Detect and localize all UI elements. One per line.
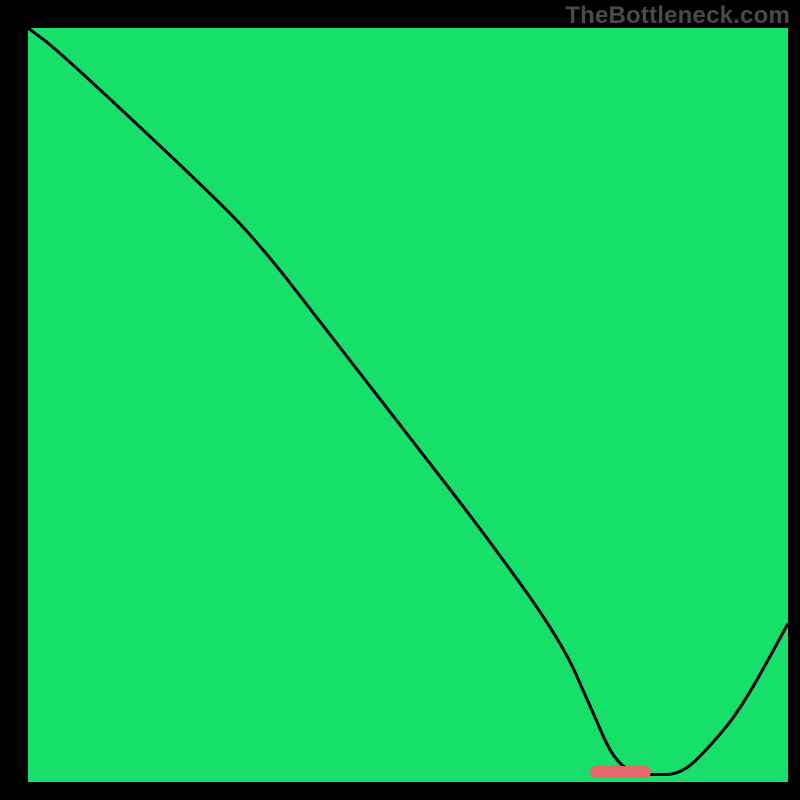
plot-area: [28, 28, 788, 782]
chart-frame: TheBottleneck.com: [0, 0, 800, 800]
gradient-rect: [28, 28, 788, 782]
watermark-text: TheBottleneck.com: [565, 2, 790, 30]
optimal-range-marker: [590, 766, 651, 778]
plot-svg: [28, 28, 788, 782]
